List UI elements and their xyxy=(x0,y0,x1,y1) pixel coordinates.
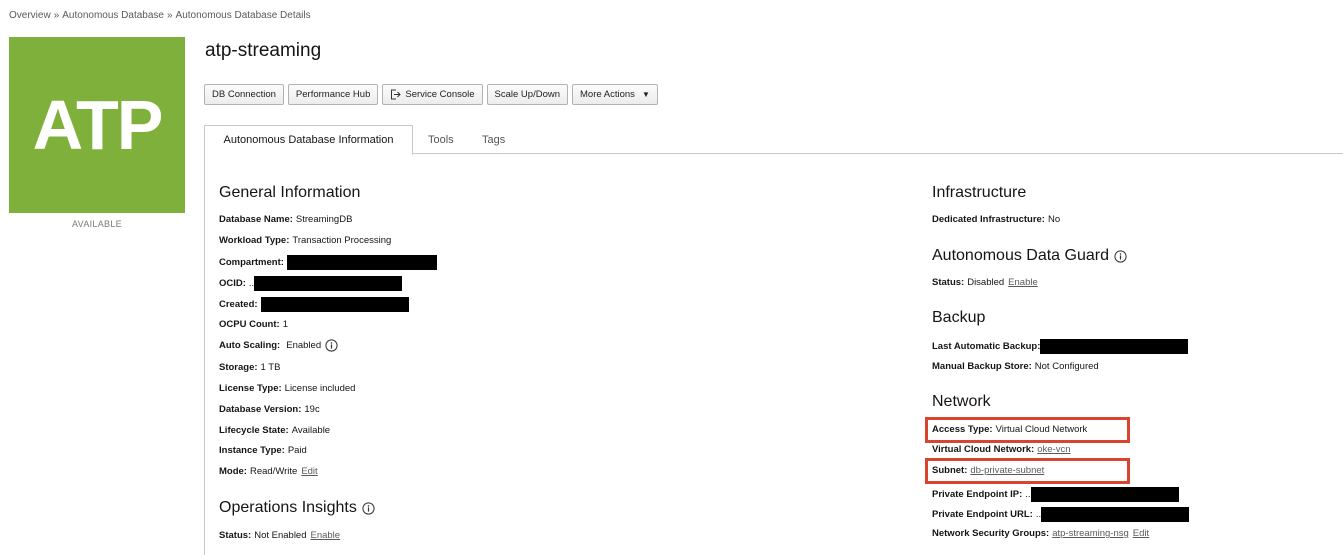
access-type-row: Access Type: Virtual Cloud Network xyxy=(932,424,1088,435)
tab-autonomous-database-information[interactable]: Autonomous Database Information xyxy=(204,125,413,155)
service-console-button[interactable]: Service Console xyxy=(382,84,483,105)
virtual-cloud-network-row: Virtual Cloud Network: oke-vcn xyxy=(932,444,1071,455)
breadcrumb-overview[interactable]: Overview xyxy=(9,10,51,21)
nsg-link[interactable]: atp-streaming-nsg xyxy=(1052,528,1129,539)
mode-row: Mode: Read/Write Edit xyxy=(219,466,318,477)
redacted-value xyxy=(1030,487,1179,502)
backup-heading: Backup xyxy=(932,309,986,326)
ocpu-count-row: OCPU Count: 1 xyxy=(219,319,288,330)
badge-text: ATP xyxy=(32,86,164,164)
private-endpoint-ip-row: Private Endpoint IP:.. xyxy=(932,487,1179,502)
status-badge: AVAILABLE xyxy=(72,219,122,229)
more-actions-button[interactable]: More Actions ▼ xyxy=(572,84,658,105)
nsg-edit-link[interactable]: Edit xyxy=(1133,528,1149,539)
network-security-groups-row: Network Security Groups: atp-streaming-ns… xyxy=(932,528,1150,539)
tab-tools[interactable]: Tools xyxy=(428,125,454,154)
database-name-row: Database Name: StreamingDB xyxy=(219,214,353,225)
ocid-row: OCID:.. xyxy=(219,276,403,291)
mode-edit-link[interactable]: Edit xyxy=(301,466,317,477)
info-icon[interactable] xyxy=(1114,249,1127,263)
data-guard-heading: Autonomous Data Guard xyxy=(932,247,1127,265)
tab-bar: Autonomous Database Information Tools Ta… xyxy=(204,125,1343,155)
subnet-row: Subnet: db-private-subnet xyxy=(932,465,1045,476)
action-toolbar: DB Connection Performance Hub Service Co… xyxy=(204,84,658,105)
created-row: Created: xyxy=(219,297,409,312)
page-title: atp-streaming xyxy=(205,40,322,61)
redacted-value xyxy=(260,297,409,312)
compartment-row: Compartment: xyxy=(219,255,437,270)
general-information-heading: General Information xyxy=(219,184,361,201)
redacted-value xyxy=(254,276,403,291)
caret-down-icon: ▼ xyxy=(641,90,650,99)
instance-type-row: Instance Type: Paid xyxy=(219,445,307,456)
operations-insights-heading: Operations Insights xyxy=(219,499,375,517)
info-icon[interactable] xyxy=(325,339,338,352)
redacted-value xyxy=(286,255,437,270)
data-guard-enable-link[interactable]: Enable xyxy=(1008,277,1038,288)
external-link-icon xyxy=(390,89,402,100)
content-border xyxy=(204,154,205,555)
redacted-value xyxy=(1041,507,1190,522)
tab-tags[interactable]: Tags xyxy=(482,125,505,154)
storage-row: Storage: 1 TB xyxy=(219,362,281,373)
manual-backup-store-row: Manual Backup Store: Not Configured xyxy=(932,361,1099,372)
data-guard-status-row: Status: Disabled Enable xyxy=(932,277,1038,288)
ops-insights-enable-link[interactable]: Enable xyxy=(311,530,341,541)
last-automatic-backup-row: Last Automatic Backup: xyxy=(932,339,1189,354)
ops-insights-status-row: Status: Not Enabled Enable xyxy=(219,530,341,541)
workload-type-row: Workload Type: Transaction Processing xyxy=(219,235,392,246)
lifecycle-state-row: Lifecycle State: Available xyxy=(219,425,331,436)
database-version-row: Database Version: 19c xyxy=(219,404,320,415)
license-type-row: License Type: License included xyxy=(219,383,356,394)
db-connection-button[interactable]: DB Connection xyxy=(204,84,284,105)
subnet-link[interactable]: db-private-subnet xyxy=(970,465,1044,476)
network-heading: Network xyxy=(932,393,991,410)
breadcrumb-current: Autonomous Database Details xyxy=(175,10,311,21)
performance-hub-button[interactable]: Performance Hub xyxy=(287,84,379,105)
auto-scaling-row: Auto Scaling: Enabled xyxy=(219,339,338,352)
scale-up-down-button[interactable]: Scale Up/Down xyxy=(486,84,569,105)
dedicated-infrastructure-row: Dedicated Infrastructure: No xyxy=(932,214,1061,225)
private-endpoint-url-row: Private Endpoint URL:.. xyxy=(932,507,1190,522)
redacted-value xyxy=(1040,339,1189,354)
infrastructure-heading: Infrastructure xyxy=(932,184,1027,201)
atp-badge: ATP xyxy=(9,37,185,213)
breadcrumb-autonomous-database[interactable]: Autonomous Database xyxy=(62,10,164,21)
vcn-link[interactable]: oke-vcn xyxy=(1037,444,1070,455)
info-icon[interactable] xyxy=(362,501,375,515)
breadcrumb: Overview» Autonomous Database» Autonomous … xyxy=(9,10,311,21)
